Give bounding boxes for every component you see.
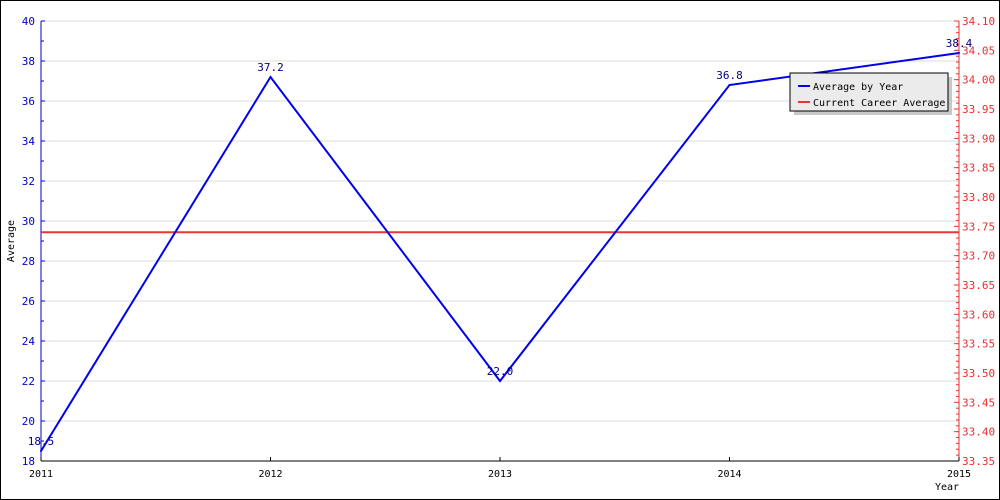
- right-tick-label: 33.95: [962, 103, 995, 116]
- right-tick-label: 33.40: [962, 426, 995, 439]
- data-label: 22.0: [487, 365, 514, 378]
- left-tick-label: 20: [22, 415, 35, 428]
- right-tick-label: 33.75: [962, 220, 995, 233]
- right-tick-label: 33.45: [962, 396, 995, 409]
- x-tick-label: 2015: [947, 469, 971, 480]
- left-tick-label: 26: [22, 295, 35, 308]
- right-tick-label: 33.50: [962, 367, 995, 380]
- x-tick-label: 2011: [29, 469, 53, 480]
- line-chart: 18 20 22 24 26 28 30 32 34 36 38 40 33.35 33.40 33.45…: [6, 15, 995, 493]
- left-tick-label: 40: [22, 15, 35, 28]
- left-tick-label: 32: [22, 175, 35, 188]
- x-axis-title: Year: [935, 482, 959, 493]
- x-tick-label: 2013: [488, 469, 512, 480]
- data-point: [958, 52, 960, 54]
- data-point: [269, 76, 272, 78]
- left-y-axis: 18 20 22 24 26 28 30 32 34 36 38 40: [22, 15, 45, 468]
- x-axis: 2011 2012 2013 2014 2015: [29, 457, 971, 480]
- data-label: 37.2: [257, 61, 284, 74]
- left-tick-label: 24: [22, 335, 36, 348]
- data-label: 18.5: [28, 435, 55, 448]
- chart-frame: 18 20 22 24 26 28 30 32 34 36 38 40 33.35 33.40 33.45…: [0, 0, 1000, 500]
- legend: Average by Year Current Career Average: [789, 72, 952, 115]
- left-tick-label: 22: [22, 375, 35, 388]
- data-point: [499, 380, 501, 382]
- right-y-axis: 33.35 33.40 33.45 33.50 33.55 33.60 33.65 33.70…: [954, 15, 995, 468]
- right-tick-label: 33.90: [962, 132, 995, 145]
- x-tick-label: 2014: [717, 469, 741, 480]
- legend-label-average-by-year: Average by Year: [813, 82, 903, 93]
- y-axis-title: Average: [6, 220, 17, 262]
- left-tick-label: 18: [22, 455, 35, 468]
- right-tick-label: 33.80: [962, 191, 995, 204]
- right-tick-label: 33.55: [962, 338, 995, 351]
- legend-label-career-average: Current Career Average: [813, 98, 945, 109]
- right-tick-label: 34.00: [962, 74, 995, 87]
- data-label: 38.4: [946, 37, 973, 50]
- left-tick-label: 38: [22, 55, 35, 68]
- right-tick-label: 33.60: [962, 308, 995, 321]
- left-tick-label: 36: [22, 95, 35, 108]
- data-point: [728, 84, 731, 86]
- left-tick-label: 30: [22, 215, 35, 228]
- right-tick-label: 34.10: [962, 15, 995, 28]
- right-tick-label: 33.35: [962, 455, 995, 468]
- left-tick-label: 28: [22, 255, 35, 268]
- data-point: [40, 450, 42, 452]
- right-tick-label: 33.65: [962, 279, 995, 292]
- right-tick-label: 33.85: [962, 162, 995, 175]
- right-tick-label: 33.70: [962, 250, 995, 263]
- x-tick-label: 2012: [258, 469, 282, 480]
- data-label: 36.8: [716, 69, 743, 82]
- left-tick-label: 34: [22, 135, 36, 148]
